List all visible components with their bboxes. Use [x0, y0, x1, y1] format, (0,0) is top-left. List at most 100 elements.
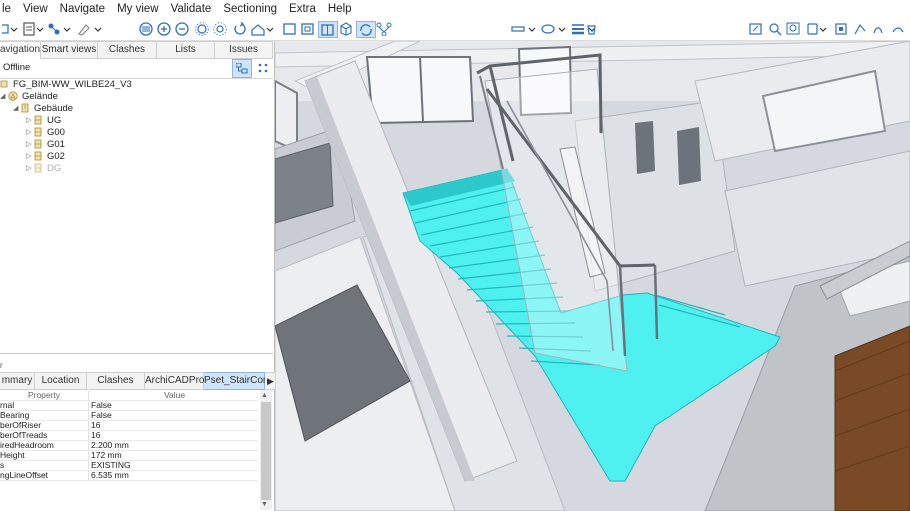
model-icon	[0, 80, 8, 88]
display-mode-icon[interactable]	[806, 21, 828, 36]
properties-scrollbar[interactable]: ▲ ▼	[260, 390, 272, 510]
table-row[interactable]: Height 172 mm	[0, 450, 258, 461]
tree-item-storey-ug[interactable]: ▷ UG	[26, 114, 61, 126]
tab-location[interactable]: Location	[35, 372, 87, 390]
model-render	[275, 41, 910, 511]
section-box-icon[interactable]	[282, 21, 298, 36]
collapsed-caret-icon[interactable]: ▷	[26, 140, 34, 148]
property-value: False	[88, 410, 258, 421]
tree-item-site[interactable]: ◢ Gelände	[0, 90, 58, 102]
expanded-caret-icon[interactable]: ◢	[0, 92, 8, 100]
site-icon	[8, 91, 18, 101]
tree-label-storey: G01	[47, 138, 65, 150]
property-name: rnal	[0, 400, 89, 411]
menu-sectioning[interactable]: Sectioning	[217, 0, 283, 18]
navigation-subbar: Offline	[0, 58, 273, 79]
tree-structure-icon[interactable]	[376, 21, 392, 36]
home-view-icon[interactable]	[250, 21, 274, 36]
tree-label-storey: G00	[47, 126, 65, 138]
scrollbar-thumb[interactable]	[261, 402, 271, 500]
zoom-in-icon[interactable]	[156, 21, 172, 36]
wood-floor	[834, 325, 910, 511]
menu-help[interactable]: Help	[322, 0, 358, 18]
table-row[interactable]: berOfTreads 16	[0, 430, 258, 441]
markup-tool-icon[interactable]	[76, 21, 104, 36]
expanded-caret-icon[interactable]: ◢	[13, 104, 21, 112]
door-opening	[635, 121, 655, 174]
tree-label-storey: G02	[47, 150, 65, 162]
properties-table: Property Value rnal False Bearing False be…	[0, 391, 258, 481]
collapsed-caret-icon[interactable]: ▷	[26, 128, 34, 136]
table-row[interactable]: iredHeadroom 2.200 mm	[0, 440, 258, 451]
property-value: 2.200 mm	[88, 440, 258, 451]
table-row[interactable]: rnal False	[0, 400, 258, 411]
walk-icon[interactable]	[870, 21, 886, 36]
tree-label-building: Gebäude	[34, 102, 74, 114]
zoom-out-icon[interactable]	[174, 21, 190, 36]
properties-caption: r	[0, 361, 3, 370]
column-header-value[interactable]: Value	[88, 391, 258, 401]
section-plane-icon[interactable]	[300, 21, 316, 36]
tab-smart-views[interactable]: Smart views	[41, 41, 98, 59]
table-row[interactable]: s EXISTING	[0, 460, 258, 471]
menu-navigate[interactable]: Navigate	[54, 0, 111, 18]
scroll-up-icon[interactable]: ▲	[261, 392, 268, 399]
light-settings-icon[interactable]	[212, 21, 228, 36]
pan-icon[interactable]	[138, 21, 154, 36]
property-value: 16	[88, 420, 258, 431]
toolbar	[0, 18, 910, 41]
menu-my-view[interactable]: My view	[111, 0, 165, 18]
line-style-icon[interactable]	[510, 21, 538, 36]
tree-item-building[interactable]: ◢ Gebäude	[13, 102, 73, 114]
storey-icon	[34, 139, 42, 149]
tab-summary[interactable]: mmary	[0, 372, 35, 390]
menu-extra[interactable]: Extra	[283, 0, 322, 18]
tab-pset-stair[interactable]: Pset_StairCom...	[204, 372, 280, 390]
tree-item-storey-g02[interactable]: ▷ G02	[26, 150, 65, 162]
tree-item-storey-g01[interactable]: ▷ G01	[26, 138, 65, 150]
menu-file[interactable]: le	[0, 0, 17, 18]
collapsed-caret-icon[interactable]: ▷	[26, 164, 34, 172]
panel-divider[interactable]	[0, 353, 273, 354]
zoom-extents-icon[interactable]	[748, 21, 764, 36]
table-row[interactable]: ngLineOffset 6.535 mm	[0, 470, 258, 481]
zoom-window-icon[interactable]	[786, 21, 802, 36]
tab-lists[interactable]: Lists	[157, 41, 215, 59]
tab-clashes[interactable]: Clashes	[98, 41, 157, 59]
tree-layout-icon[interactable]	[232, 59, 252, 78]
paint-bucket-icon[interactable]	[584, 21, 600, 36]
tab-navigation[interactable]: avigation	[0, 41, 41, 59]
3d-viewport[interactable]	[275, 41, 910, 511]
clip-view-icon[interactable]	[318, 21, 338, 38]
zoom-selection-icon[interactable]	[768, 21, 784, 36]
fly-icon[interactable]	[890, 21, 906, 36]
tree-label-storey: DG	[47, 162, 62, 174]
tree-item-storey-g00[interactable]: ▷ G00	[26, 126, 65, 138]
tab-clashes[interactable]: Clashes	[87, 372, 145, 390]
tab-issues[interactable]: Issues	[215, 41, 273, 59]
measure-icon[interactable]	[852, 21, 868, 36]
light-icon[interactable]	[194, 21, 210, 36]
tab-archicad-properties[interactable]: ArchiCADPro...	[145, 372, 213, 390]
menu-view[interactable]: View	[17, 0, 54, 18]
collapsed-caret-icon[interactable]: ▷	[26, 152, 34, 160]
tree-item-storey-dg[interactable]: ▷ DG	[26, 162, 61, 174]
table-row[interactable]: Bearing False	[0, 410, 258, 421]
scroll-down-icon[interactable]: ▼	[261, 501, 268, 508]
rotate-icon[interactable]	[232, 21, 248, 36]
screenshot-icon[interactable]	[834, 21, 850, 36]
hierarchy-tool-icon[interactable]	[46, 21, 72, 36]
save-view-icon[interactable]	[22, 21, 44, 36]
property-name: Bearing	[0, 410, 89, 421]
menu-validate[interactable]: Validate	[165, 0, 218, 18]
selection-tool-icon[interactable]	[0, 21, 18, 36]
collapsed-caret-icon[interactable]: ▷	[26, 116, 34, 124]
property-value: 6.535 mm	[88, 470, 258, 481]
property-value: 16	[88, 430, 258, 441]
grid-view-icon[interactable]	[256, 61, 270, 75]
cube-icon[interactable]	[338, 21, 354, 36]
shape-icon[interactable]	[540, 21, 568, 36]
sync-icon[interactable]	[356, 21, 376, 38]
tree-item-model[interactable]: FG_BIM-WW_WILBE24_V3	[0, 78, 132, 90]
table-row[interactable]: berOfRiser 16	[0, 420, 258, 431]
